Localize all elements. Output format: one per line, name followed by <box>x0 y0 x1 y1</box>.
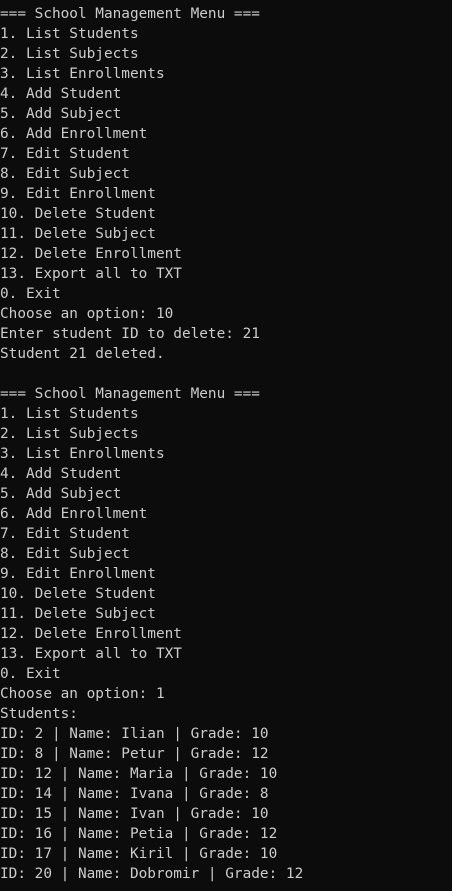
menu-option-delete-student: 10. Delete Student <box>0 586 156 602</box>
menu-option-edit-enrollment: 9. Edit Enrollment <box>0 566 156 582</box>
console-output[interactable]: === School Management Menu === 1. List S… <box>0 0 452 891</box>
delete-id-prompt: Enter student ID to delete: 21 <box>0 326 260 342</box>
menu-option-list-students: 1. List Students <box>0 26 139 42</box>
menu-option-add-enrollment: 6. Add Enrollment <box>0 506 148 522</box>
menu-option-add-subject: 5. Add Subject <box>0 106 122 122</box>
delete-confirmation: Student 21 deleted. <box>0 346 165 362</box>
menu-option-add-subject: 5. Add Subject <box>0 486 122 502</box>
student-row: ID: 15 | Name: Ivan | Grade: 10 <box>0 806 269 822</box>
menu-option-exit: 0. Exit <box>0 666 61 682</box>
menu-option-list-students: 1. List Students <box>0 406 139 422</box>
menu-option-exit: 0. Exit <box>0 286 61 302</box>
menu-option-list-enrollments: 3. List Enrollments <box>0 446 165 462</box>
menu-option-edit-student: 7. Edit Student <box>0 526 130 542</box>
student-row: ID: 17 | Name: Kiril | Grade: 10 <box>0 846 278 862</box>
menu-option-edit-enrollment: 9. Edit Enrollment <box>0 186 156 202</box>
menu-option-export-txt: 13. Export all to TXT <box>0 266 182 282</box>
menu-title: === School Management Menu === <box>0 386 260 402</box>
menu-option-list-enrollments: 3. List Enrollments <box>0 66 165 82</box>
student-row: ID: 2 | Name: Ilian | Grade: 10 <box>0 726 269 742</box>
student-row: ID: 8 | Name: Petur | Grade: 12 <box>0 746 269 762</box>
option-prompt: Choose an option: 1 <box>0 686 165 702</box>
student-row: ID: 16 | Name: Petia | Grade: 12 <box>0 826 278 842</box>
menu-option-list-subjects: 2. List Subjects <box>0 46 139 62</box>
option-prompt: Choose an option: 10 <box>0 306 174 322</box>
student-row: ID: 12 | Name: Maria | Grade: 10 <box>0 766 278 782</box>
menu-option-edit-student: 7. Edit Student <box>0 146 130 162</box>
student-row: ID: 14 | Name: Ivana | Grade: 8 <box>0 786 269 802</box>
student-row: ID: 20 | Name: Dobromir | Grade: 12 <box>0 866 304 882</box>
menu-option-add-student: 4. Add Student <box>0 86 122 102</box>
students-heading: Students: <box>0 706 78 722</box>
menu-option-delete-enrollment: 12. Delete Enrollment <box>0 626 182 642</box>
menu-option-add-enrollment: 6. Add Enrollment <box>0 126 148 142</box>
menu-option-edit-subject: 8. Edit Subject <box>0 546 130 562</box>
menu-option-edit-subject: 8. Edit Subject <box>0 166 130 182</box>
menu-option-delete-student: 10. Delete Student <box>0 206 156 222</box>
menu-option-export-txt: 13. Export all to TXT <box>0 646 182 662</box>
menu-option-add-student: 4. Add Student <box>0 466 122 482</box>
menu-option-delete-subject: 11. Delete Subject <box>0 606 156 622</box>
menu-option-delete-enrollment: 12. Delete Enrollment <box>0 246 182 262</box>
menu-option-list-subjects: 2. List Subjects <box>0 426 139 442</box>
menu-option-delete-subject: 11. Delete Subject <box>0 226 156 242</box>
menu-title: === School Management Menu === <box>0 6 260 22</box>
